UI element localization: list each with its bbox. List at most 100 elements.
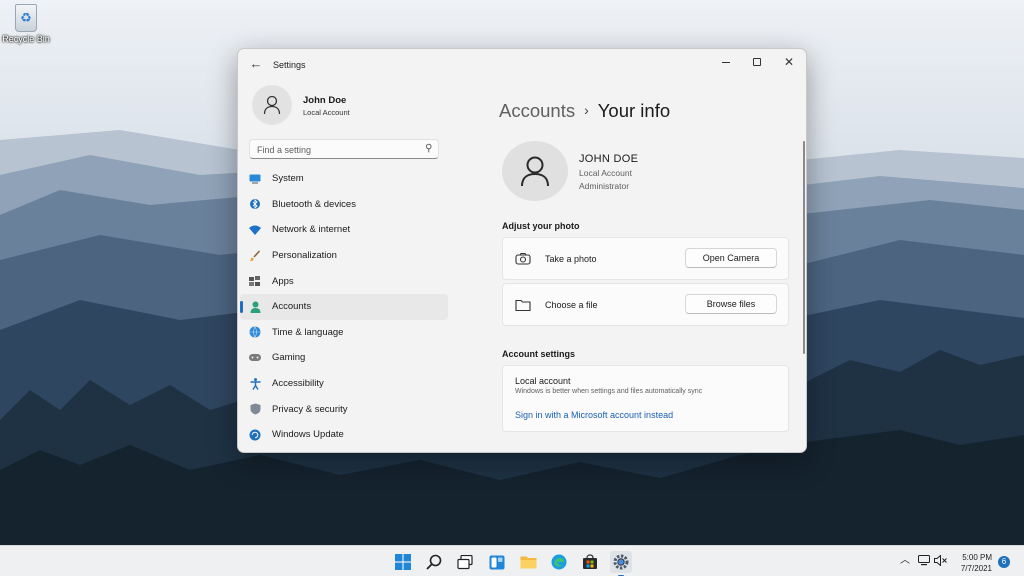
bluetooth-icon: [249, 198, 261, 210]
person-icon: [249, 301, 261, 313]
content-scrollbar[interactable]: [803, 141, 805, 354]
page-title: Your info: [597, 100, 671, 121]
nav-label-personalization: Personalization: [272, 250, 337, 262]
folder-icon: [515, 298, 531, 312]
title-bar[interactable]: ← Settings ✕: [238, 49, 806, 79]
shield-icon: [249, 403, 261, 415]
nav-item-personalization[interactable]: Personalization: [240, 243, 448, 269]
avatar: [252, 85, 292, 125]
profile-name: John Doe: [303, 95, 347, 106]
nav-label-system: System: [272, 173, 304, 185]
nav-label-network: Network & internet: [272, 224, 351, 236]
open-camera-button[interactable]: Open Camera: [685, 248, 777, 268]
settings-icon: [613, 554, 629, 570]
task-view-icon: [457, 554, 473, 569]
breadcrumb: Accounts › Your info: [499, 100, 670, 122]
browse-files-button[interactable]: Browse files: [685, 294, 777, 314]
nav-label-windows-update: Windows Update: [272, 429, 344, 441]
store-icon: [583, 554, 597, 569]
store-button[interactable]: [579, 551, 601, 573]
settings-nav: System Bluetooth & devices Network & int…: [240, 166, 448, 448]
back-button[interactable]: ←: [248, 56, 264, 72]
nav-item-network[interactable]: Network & internet: [240, 217, 448, 243]
local-account-title: Local account: [515, 376, 571, 386]
nav-item-accessibility[interactable]: Accessibility: [240, 371, 448, 397]
person-icon: [521, 156, 549, 187]
user-avatar: [502, 141, 568, 201]
search-input[interactable]: Find a setting ⚲: [249, 139, 439, 159]
clock-time: 5:00 PM: [962, 553, 992, 562]
profile-account-type: Local Account: [303, 108, 350, 117]
taskbar-search-button[interactable]: [423, 551, 445, 573]
nav-item-windows-update[interactable]: Windows Update: [240, 422, 448, 448]
taskbar: ︿ 5:00 PM 7/7/2021 6: [0, 545, 1024, 576]
recycle-bin-icon: ♻: [15, 4, 37, 32]
search-icon: ⚲: [424, 143, 432, 154]
recycle-bin-shortcut[interactable]: ♻ Recycle Bin: [2, 4, 50, 44]
window-title: Settings: [273, 60, 306, 70]
choose-file-label: Choose a file: [545, 300, 598, 310]
recycle-bin-label: Recycle Bin: [2, 34, 50, 44]
nav-label-accounts: Accounts: [272, 301, 312, 313]
user-role: Administrator: [579, 181, 630, 191]
system-clock[interactable]: 5:00 PM 7/7/2021: [952, 552, 992, 574]
chevron-up-icon[interactable]: ︿: [900, 555, 910, 567]
gamepad-icon: [249, 352, 261, 364]
account-settings-heading: Account settings: [502, 349, 576, 359]
start-button[interactable]: [392, 551, 414, 573]
microsoft-signin-link[interactable]: Sign in with a Microsoft account instead: [515, 410, 673, 420]
person-icon: [263, 95, 281, 115]
close-button[interactable]: ✕: [773, 52, 805, 72]
file-explorer-button[interactable]: [517, 551, 539, 573]
adjust-photo-heading: Adjust your photo: [502, 221, 580, 231]
breadcrumb-parent[interactable]: Accounts: [499, 100, 575, 121]
minimize-button[interactable]: [710, 52, 742, 72]
nav-label-accessibility: Accessibility: [272, 378, 324, 390]
camera-icon: [515, 252, 531, 266]
accessibility-icon: [249, 377, 261, 390]
maximize-button[interactable]: [741, 52, 773, 72]
nav-item-time-language[interactable]: Time & language: [240, 320, 448, 346]
nav-item-privacy-security[interactable]: Privacy & security: [240, 396, 448, 422]
nav-item-bluetooth[interactable]: Bluetooth & devices: [240, 192, 448, 218]
widgets-button[interactable]: [486, 551, 508, 573]
nav-profile[interactable]: John Doe Local Account: [252, 85, 452, 125]
brush-icon: [249, 250, 261, 262]
apps-icon: [249, 275, 261, 287]
take-photo-label: Take a photo: [545, 254, 597, 264]
user-account-type: Local Account: [579, 168, 632, 178]
display-icon: [249, 173, 261, 185]
search-placeholder: Find a setting: [257, 145, 312, 155]
close-icon: ✕: [783, 55, 795, 69]
nav-label-privacy-security: Privacy & security: [272, 403, 348, 415]
file-explorer-icon: [520, 556, 536, 569]
network-icon[interactable]: [918, 555, 930, 570]
maximize-icon: [753, 58, 761, 66]
nav-item-accounts[interactable]: Accounts: [240, 293, 448, 320]
nav-item-system[interactable]: System: [240, 166, 448, 192]
nav-item-apps[interactable]: Apps: [240, 268, 448, 294]
search-icon: [426, 554, 442, 570]
globe-clock-icon: [249, 326, 261, 339]
nav-label-apps: Apps: [272, 275, 294, 287]
arrow-left-icon: ←: [249, 56, 263, 71]
wifi-icon: [249, 224, 261, 236]
nav-label-time-language: Time & language: [272, 326, 344, 338]
task-view-button[interactable]: [454, 551, 476, 573]
notification-badge[interactable]: 6: [998, 556, 1010, 568]
nav-item-gaming[interactable]: Gaming: [240, 345, 448, 371]
start-icon: [395, 554, 411, 570]
edge-button[interactable]: [548, 551, 570, 573]
update-icon: [249, 429, 261, 441]
chevron-right-icon: ›: [584, 102, 589, 118]
volume-mute-icon[interactable]: [934, 554, 948, 570]
local-account-description: Windows is better when settings and file…: [515, 388, 703, 395]
clock-date: 7/7/2021: [960, 564, 992, 573]
minimize-icon: [722, 61, 730, 63]
nav-label-gaming: Gaming: [272, 352, 306, 364]
settings-taskbar-button[interactable]: [610, 551, 632, 576]
local-account-card: Local account Windows is better when set…: [502, 365, 789, 432]
edge-icon: [551, 554, 567, 570]
widgets-icon: [489, 555, 505, 569]
settings-window: ← Settings ✕ John Doe Local Account Find…: [237, 48, 807, 453]
